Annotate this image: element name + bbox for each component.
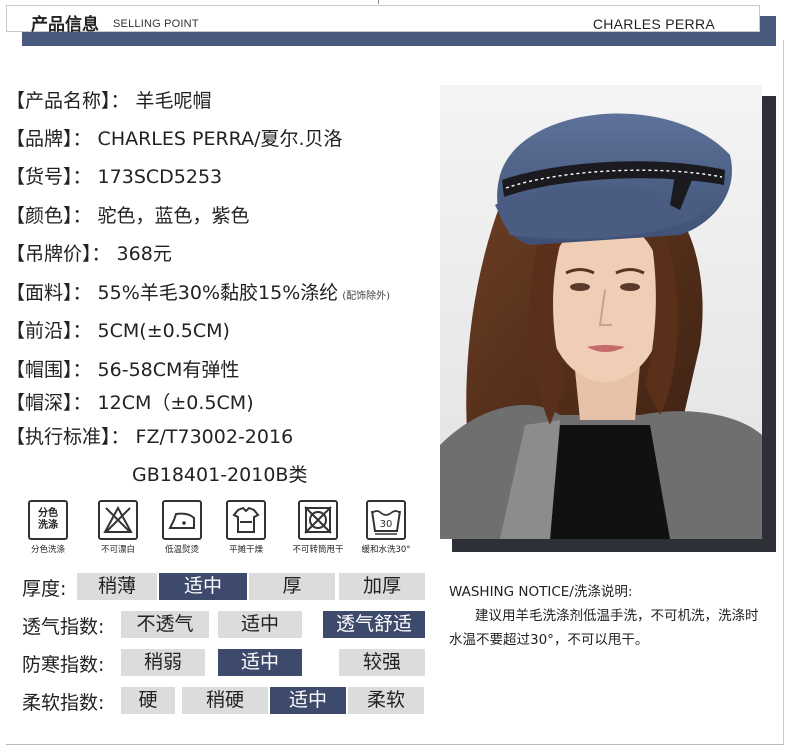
washing-notice-title: WASHING NOTICE/洗涤说明: [449, 584, 633, 600]
header-bar: 产品信息 SELLING POINT CHARLES PERRA [6, 5, 760, 35]
rating-option: 硬 [121, 687, 175, 714]
spec-row: 【面料】： 55%羊毛30%黏胶15%涤纶 (配饰除外) [6, 278, 390, 305]
flat-dry-icon [226, 500, 266, 540]
rating-option: 加厚 [339, 573, 425, 600]
no-bleach-icon [98, 500, 138, 540]
spec-value: ： 5CM(±0.5CM) [72, 320, 230, 342]
low-iron-icon [162, 500, 202, 540]
spec-label: 【吊牌价】 [6, 243, 92, 265]
spec-label: 【品牌】 [6, 128, 73, 150]
care-icon-text: 分色 洗涤 [38, 508, 58, 531]
separate-wash-icon: 分色 洗涤 [28, 500, 68, 540]
washing-notice-body: 建议用羊毛洗涤剂低温手洗，不可机洗，洗涤时水温不要超过30°，不可以甩干。 [449, 608, 759, 648]
spec-label: 【颜色】 [6, 205, 73, 227]
spec-label: 【面料】 [6, 282, 73, 304]
spec-row: 【帽深】： 12CM（±0.5CM) [6, 388, 254, 415]
rating-label: 柔软指数: [22, 692, 105, 714]
model-wearing-hat-image [440, 85, 762, 539]
spec-row: 【吊牌价】： 368元 [6, 239, 172, 266]
product-photo [440, 85, 762, 539]
spec-value: ： 56-58CM有弹性 [72, 359, 240, 381]
care-item: 不可转筒甩干 [282, 500, 354, 555]
care-item: 平摊干燥 [210, 500, 282, 555]
spec-label: 【产品名称】 [6, 90, 111, 112]
spec-row: 【前沿】： 5CM(±0.5CM) [6, 316, 230, 343]
bottom-border [6, 744, 784, 745]
spec-value: ： 55%羊毛30%黏胶15%涤纶 [72, 282, 339, 304]
spec-note: (配饰除外) [342, 291, 391, 302]
care-caption: 不可漂白 [100, 545, 135, 555]
care-item: 30 缓和水洗30° [350, 500, 422, 555]
spec-value: ： 368元 [91, 243, 172, 265]
rating-option: 厚 [249, 573, 335, 600]
svg-text:30: 30 [380, 519, 393, 530]
rating-option: 柔软 [348, 687, 424, 714]
spec-row: 【产品名称】： 羊毛呢帽 [6, 86, 212, 113]
spec-label: 【帽深】 [6, 392, 73, 414]
rating-label: 厚度: [22, 578, 67, 600]
spec-label: 【前沿】 [6, 320, 73, 342]
rating-option: 稍硬 [182, 687, 268, 714]
rating-option: 较强 [339, 649, 425, 676]
standard-line-2: GB18401-2010B类 [132, 464, 308, 486]
care-item: 不可漂白 [82, 500, 154, 555]
care-caption: 缓和水洗30° [361, 545, 411, 555]
spec-label: 【执行标准】 [6, 426, 111, 448]
care-item: 低温熨烫 [146, 500, 218, 555]
spec-row: 【品牌】： CHARLES PERRA/夏尔.贝洛 [6, 124, 343, 151]
spec-value: ： 羊毛呢帽 [110, 90, 212, 112]
spec-row: 【帽围】： 56-58CM有弹性 [6, 355, 239, 382]
gentle-wash-30-icon: 30 [366, 500, 406, 540]
rating-label: 防寒指数: [22, 654, 105, 676]
rating-option-selected: 适中 [218, 649, 302, 676]
rating-option: 适中 [218, 611, 302, 638]
right-border [783, 40, 784, 745]
rating-option-selected: 适中 [159, 573, 247, 600]
spec-value: ： FZ/T73002-2016 [110, 426, 294, 448]
care-item: 分色 洗涤 分色洗涤 [12, 500, 84, 555]
rating-option: 稍薄 [77, 573, 157, 600]
care-caption: 平摊干燥 [228, 545, 263, 555]
care-caption: 低温熨烫 [164, 545, 199, 555]
rating-option-selected: 透气舒适 [323, 611, 425, 638]
rating-label: 透气指数: [22, 616, 105, 638]
spec-label: 【帽围】 [6, 359, 73, 381]
spec-value: ： 驼色，蓝色，紫色 [72, 205, 250, 227]
spec-label: 【货号】 [6, 166, 73, 188]
rating-option-selected: 适中 [270, 687, 346, 714]
rating-option: 不透气 [121, 611, 209, 638]
header-subtitle: SELLING POINT [113, 18, 199, 30]
header-title: 产品信息 [31, 15, 99, 35]
spec-row: 【执行标准】： FZ/T73002-2016 [6, 422, 293, 449]
top-divider [378, 0, 379, 4]
spec-row: 【颜色】： 驼色，蓝色，紫色 [6, 201, 250, 228]
header-brand: CHARLES PERRA [592, 16, 715, 32]
care-caption: 分色洗涤 [30, 545, 65, 555]
rating-option: 稍弱 [121, 649, 205, 676]
spec-value: ： 12CM（±0.5CM) [72, 392, 254, 414]
spec-row: 【货号】： 173SCD5253 [6, 162, 222, 189]
spec-value: ： 173SCD5253 [72, 166, 223, 188]
spec-value: ： CHARLES PERRA/夏尔.贝洛 [72, 128, 343, 150]
care-caption: 不可转筒甩干 [292, 545, 344, 555]
no-tumble-dry-icon [298, 500, 338, 540]
